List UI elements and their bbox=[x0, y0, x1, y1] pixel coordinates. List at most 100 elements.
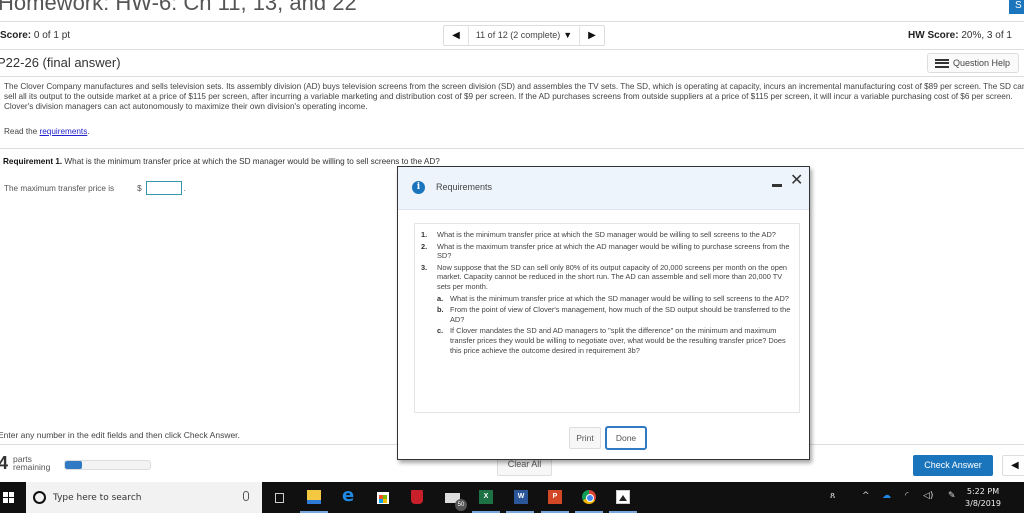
parts-count: 4 bbox=[0, 453, 9, 473]
triangle-left-icon: ◀ bbox=[452, 30, 460, 41]
divider bbox=[0, 148, 1024, 149]
subitem-text: What is the minimum transfer price at wh… bbox=[450, 293, 789, 303]
read-requirements: Read the requirements. bbox=[4, 127, 90, 136]
clock-date: 3/8/2019 bbox=[965, 499, 1001, 508]
requirement-item: 1. What is the minimum transfer price at … bbox=[421, 230, 791, 240]
mail-badge: 50 bbox=[455, 499, 467, 511]
windows-taskbar: Type here to search e 50 X W P ጸ ^ ☁ ◜ ◁… bbox=[0, 482, 1024, 513]
top-right-button[interactable]: S bbox=[1009, 0, 1024, 14]
item-text: Now suppose that the SD can sell only 80… bbox=[437, 262, 788, 291]
microsoft-store-icon[interactable] bbox=[377, 492, 389, 504]
question-selector-dropdown[interactable]: 11 of 12 (2 complete) ▼ bbox=[468, 26, 580, 45]
subitem-text: If Clover mandates the SD and AD manager… bbox=[450, 326, 786, 355]
currency-symbol: $ bbox=[137, 183, 142, 193]
requirement-subitem: b. From the point of view of Clover's man… bbox=[421, 305, 791, 324]
transfer-price-input[interactable] bbox=[145, 181, 182, 195]
pen-icon[interactable]: ✎ bbox=[948, 491, 956, 501]
wifi-icon[interactable]: ◜ bbox=[905, 491, 909, 501]
requirement-1: Requirement 1. What is the minimum trans… bbox=[3, 157, 440, 166]
chevron-up-icon[interactable]: ^ bbox=[862, 491, 870, 501]
homework-page: Homework: HW-6: Ch 11, 13, and 22 S Scor… bbox=[0, 0, 1024, 482]
taskbar-search-box[interactable]: Type here to search bbox=[26, 482, 262, 513]
question-title: P22-26 (final answer) bbox=[0, 55, 121, 70]
excel-icon[interactable]: X bbox=[479, 490, 493, 504]
task-view-icon[interactable] bbox=[275, 493, 284, 503]
requirements-link[interactable]: requirements bbox=[40, 127, 88, 136]
microphone-icon[interactable] bbox=[243, 491, 249, 501]
list-icon bbox=[935, 58, 949, 68]
problem-text: The Clover Company manufactures and sell… bbox=[4, 82, 1024, 112]
previous-question-button[interactable]: ◀ bbox=[444, 26, 468, 45]
score-value: 0 of 1 pt bbox=[33, 30, 71, 41]
people-icon[interactable]: ጸ bbox=[830, 491, 835, 501]
cortana-icon bbox=[33, 491, 46, 504]
requirement-subitem: c. If Clover mandates the SD and AD manag… bbox=[421, 326, 791, 355]
onedrive-icon[interactable]: ☁ bbox=[882, 491, 891, 501]
answer-suffix: . bbox=[183, 183, 186, 193]
dialog-header: i Requirements ✕ bbox=[398, 167, 809, 210]
check-answer-button[interactable]: Check Answer bbox=[913, 455, 993, 476]
requirement-text: What is the minimum transfer price at wh… bbox=[62, 157, 440, 166]
hw-score: HW Score: 20%, 3 of 1 bbox=[908, 30, 1012, 41]
question-navigator: ◀ 11 of 12 (2 complete) ▼ ▶ bbox=[443, 25, 605, 46]
mcafee-icon[interactable] bbox=[411, 490, 423, 504]
item-text: What is the minimum transfer price at wh… bbox=[437, 230, 776, 239]
close-icon[interactable]: ✕ bbox=[790, 172, 803, 188]
item-number: 2. bbox=[421, 241, 428, 251]
progress-fill bbox=[65, 461, 82, 469]
parts-remaining: 4 parts remaining bbox=[0, 454, 50, 472]
requirements-list: 1. What is the minimum transfer price at … bbox=[414, 223, 800, 413]
volume-icon[interactable]: ◁) bbox=[923, 491, 933, 501]
search-placeholder: Type here to search bbox=[53, 493, 142, 503]
question-help-button[interactable]: Question Help bbox=[927, 53, 1019, 73]
photos-icon[interactable] bbox=[616, 490, 630, 504]
back-button[interactable]: ◀ bbox=[1002, 455, 1024, 476]
info-icon: i bbox=[412, 181, 425, 194]
system-clock[interactable]: 5:22 PM 3/8/2019 bbox=[958, 486, 1008, 510]
parts-progress-bar bbox=[64, 460, 151, 470]
question-help-label: Question Help bbox=[953, 58, 1011, 68]
powerpoint-icon[interactable]: P bbox=[548, 490, 562, 504]
subitem-letter: c. bbox=[437, 326, 444, 336]
item-number: 1. bbox=[421, 230, 428, 239]
windows-start-icon[interactable] bbox=[3, 492, 14, 503]
parts-label: parts remaining bbox=[13, 455, 51, 472]
chrome-icon[interactable] bbox=[582, 490, 596, 504]
requirement-label: Requirement 1. bbox=[3, 157, 63, 166]
edge-browser-icon[interactable]: e bbox=[342, 485, 356, 506]
score-label: Score: bbox=[0, 30, 32, 41]
answer-row: The maximum transfer price is $ . bbox=[4, 181, 186, 195]
requirement-subitem: a. What is the minimum transfer price at … bbox=[421, 294, 791, 304]
read-suffix: . bbox=[87, 127, 90, 136]
question-position: 11 of 12 (2 complete) bbox=[475, 30, 561, 40]
divider bbox=[0, 21, 1024, 22]
requirements-dialog: i Requirements ✕ 1. What is the minimum t… bbox=[397, 166, 810, 460]
print-button[interactable]: Print bbox=[569, 427, 601, 449]
subitem-letter: b. bbox=[437, 305, 444, 315]
hw-score-label: HW Score: bbox=[908, 30, 959, 41]
parts-label-line2: remaining bbox=[13, 462, 51, 472]
subitem-letter: a. bbox=[437, 293, 444, 303]
word-icon[interactable]: W bbox=[514, 490, 528, 504]
divider bbox=[0, 76, 1024, 77]
instruction-text: Enter any number in the edit fields and … bbox=[0, 430, 240, 440]
divider bbox=[0, 49, 1024, 50]
dialog-title: Requirements bbox=[436, 182, 493, 192]
file-explorer-icon[interactable] bbox=[307, 490, 321, 504]
item-text: What is the maximum transfer price at wh… bbox=[437, 241, 790, 261]
read-prefix: Read the bbox=[4, 127, 40, 136]
answer-label: The maximum transfer price is bbox=[4, 183, 115, 193]
score: Score: 0 of 1 pt bbox=[0, 30, 70, 41]
done-button[interactable]: Done bbox=[605, 426, 647, 450]
next-question-button[interactable]: ▶ bbox=[580, 26, 604, 45]
triangle-right-icon: ▶ bbox=[588, 30, 596, 41]
hw-score-value: 20%, 3 of 1 bbox=[961, 30, 1012, 41]
homework-title: Homework: HW-6: Ch 11, 13, and 22 bbox=[0, 0, 357, 15]
requirement-item: 3. Now suppose that the SD can sell only … bbox=[421, 263, 791, 292]
clock-time: 5:22 PM bbox=[966, 487, 1000, 496]
subitem-text: From the point of view of Clover's manag… bbox=[450, 305, 791, 324]
caret-down-icon: ▼ bbox=[563, 30, 573, 40]
item-number: 3. bbox=[421, 262, 428, 272]
requirement-item: 2. What is the maximum transfer price at … bbox=[421, 242, 791, 261]
minimize-icon[interactable] bbox=[772, 184, 782, 187]
